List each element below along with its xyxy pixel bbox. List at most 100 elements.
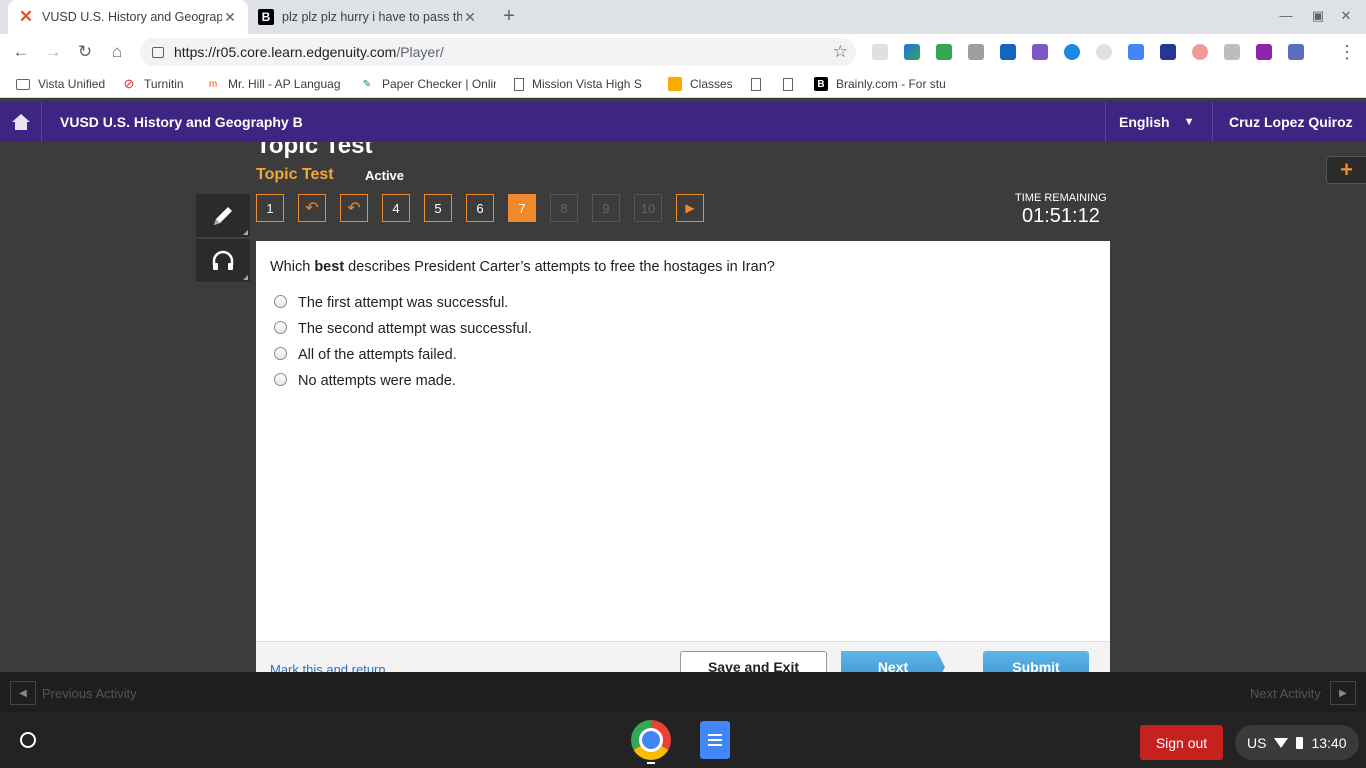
tab-brainly[interactable]: B plz plz plz hurry i have to pass th ✕ — [248, 0, 488, 34]
google-docs-icon[interactable] — [700, 721, 730, 759]
activity-nav-bar: ◀ Previous Activity Next Activity ▶ — [0, 672, 1366, 712]
previous-activity-link[interactable]: Previous Activity — [42, 686, 137, 701]
next-activity-link[interactable]: Next Activity — [1250, 686, 1321, 701]
close-tab-icon[interactable]: ✕ — [462, 9, 478, 26]
answer-option[interactable]: All of the attempts failed. — [274, 346, 457, 363]
extension-icon[interactable] — [1096, 44, 1112, 60]
tab-edgenuity[interactable]: ✕ VUSD U.S. History and Geography ✕ — [8, 0, 248, 34]
bookmark-star-icon[interactable]: ☆ — [833, 42, 848, 62]
site-icon: ✎ — [362, 78, 372, 90]
question-button-1[interactable]: 1 — [256, 194, 284, 222]
extension-icon[interactable] — [936, 44, 952, 60]
answer-option[interactable]: No attempts were made. — [274, 372, 456, 389]
url-host: https://r05.core.learn.edgenuity.com — [174, 44, 397, 60]
battery-icon — [1296, 736, 1304, 749]
back-arrow-icon[interactable]: ← — [10, 41, 32, 63]
submit-button[interactable]: Submit — [983, 651, 1089, 672]
bookmark-item[interactable] — [751, 76, 767, 92]
page-icon — [514, 77, 524, 91]
question-button-7-current[interactable]: 7 — [508, 194, 536, 222]
extension-icon[interactable] — [1000, 44, 1016, 60]
save-and-exit-button[interactable]: Save and Exit — [680, 651, 827, 672]
answer-option[interactable]: The second attempt was successful. — [274, 320, 532, 337]
question-button-2-undo-icon[interactable]: ↶ — [298, 194, 326, 222]
turnitin-icon: ⊘ — [123, 76, 135, 91]
answer-label: The second attempt was successful. — [298, 321, 532, 337]
question-text: Which best describes President Carter’s … — [270, 259, 775, 275]
question-button-4[interactable]: 4 — [382, 194, 410, 222]
window-close-icon[interactable]: ✕ — [1338, 8, 1354, 24]
time-remaining-label: TIME REMAINING — [1015, 192, 1107, 204]
close-tab-icon[interactable]: ✕ — [222, 9, 238, 26]
extension-icon[interactable] — [1064, 44, 1080, 60]
bookmark-item[interactable]: Vista Unified — [16, 76, 116, 92]
radio-button[interactable] — [274, 294, 287, 308]
extension-icon[interactable] — [1128, 44, 1144, 60]
bookmark-label: Mr. Hill - AP Languag — [228, 77, 341, 91]
home-icon[interactable]: ⌂ — [106, 41, 128, 63]
extension-icon[interactable] — [1224, 44, 1240, 60]
question-button-10: 10 — [634, 194, 662, 222]
question-button-8: 8 — [550, 194, 578, 222]
chrome-icon[interactable] — [631, 720, 671, 760]
answer-label: The first attempt was successful. — [298, 295, 509, 311]
extension-icon[interactable] — [1288, 44, 1304, 60]
new-tab-icon[interactable]: + — [498, 5, 520, 27]
radio-button[interactable] — [274, 346, 287, 360]
bookmark-item[interactable]: B Brainly.com - For stu — [814, 76, 950, 92]
previous-activity-arrow-icon[interactable]: ◀ — [10, 681, 36, 705]
brainly-icon: B — [814, 77, 828, 91]
bookmark-item[interactable]: m Mr. Hill - AP Languag — [206, 76, 342, 92]
radio-button[interactable] — [274, 372, 287, 386]
question-button-6[interactable]: 6 — [466, 194, 494, 222]
minimize-icon[interactable]: — — [1278, 8, 1294, 24]
next-button[interactable]: Next — [841, 651, 945, 672]
question-prefix: Which — [270, 259, 315, 275]
browser-menu-icon[interactable]: ⋮ — [1338, 42, 1356, 63]
next-question-arrow-icon[interactable]: ▶ — [676, 194, 704, 222]
radio-button[interactable] — [274, 320, 287, 334]
language-select[interactable]: English ▼ — [1105, 102, 1211, 142]
audio-tool-button[interactable] — [196, 239, 250, 283]
site-info-icon[interactable] — [152, 46, 164, 58]
status-tray[interactable]: US 13:40 — [1235, 725, 1359, 760]
mark-and-return-link[interactable]: Mark this and return — [270, 662, 386, 672]
address-bar[interactable]: https://r05.core.learn.edgenuity.com/Pla… — [140, 38, 856, 66]
extension-icon[interactable] — [968, 44, 984, 60]
launcher-icon[interactable] — [12, 724, 44, 756]
answer-option[interactable]: The first attempt was successful. — [274, 294, 509, 311]
chevron-down-icon: ▼ — [1183, 116, 1195, 128]
pencil-icon — [214, 206, 232, 225]
forward-arrow-icon[interactable]: → — [42, 41, 64, 63]
bookmark-item[interactable]: Mission Vista High S — [514, 76, 650, 92]
bookmark-item[interactable]: ⊘ Turnitin — [122, 76, 202, 92]
question-button-9: 9 — [592, 194, 620, 222]
bookmark-item[interactable]: Classes — [668, 76, 738, 92]
bookmark-item[interactable]: ✎ Paper Checker | Onlin — [360, 76, 496, 92]
restore-icon[interactable]: ▣ — [1310, 8, 1326, 24]
browser-tab-strip: ✕ VUSD U.S. History and Geography ✕ B pl… — [0, 0, 1366, 34]
bookmark-label: Classes — [690, 77, 733, 91]
extension-icon[interactable] — [872, 44, 888, 60]
question-suffix: describes President Carter’s attempts to… — [344, 259, 775, 275]
extension-icon[interactable] — [1032, 44, 1048, 60]
reload-icon[interactable]: ↻ — [74, 41, 96, 63]
home-button[interactable] — [0, 102, 42, 142]
bookmark-label: Turnitin — [144, 77, 184, 91]
extension-icon[interactable] — [904, 44, 920, 60]
page-icon — [783, 77, 793, 91]
brainly-b-icon: B — [258, 9, 274, 25]
extension-icon[interactable] — [1256, 44, 1272, 60]
extension-icon[interactable] — [1192, 44, 1208, 60]
plus-menu-button[interactable]: + — [1326, 156, 1366, 184]
extension-icon[interactable] — [1160, 44, 1176, 60]
user-name[interactable]: Cruz Lopez Quiroz — [1212, 102, 1366, 142]
question-button-3-undo-icon[interactable]: ↶ — [340, 194, 368, 222]
answer-label: All of the attempts failed. — [298, 347, 457, 363]
bookmark-item[interactable] — [783, 76, 799, 92]
sign-out-button[interactable]: Sign out — [1140, 725, 1223, 760]
question-button-5[interactable]: 5 — [424, 194, 452, 222]
next-activity-arrow-icon[interactable]: ▶ — [1330, 681, 1356, 705]
edgenuity-x-icon: ✕ — [18, 7, 34, 26]
pencil-tool-button[interactable] — [196, 194, 250, 238]
